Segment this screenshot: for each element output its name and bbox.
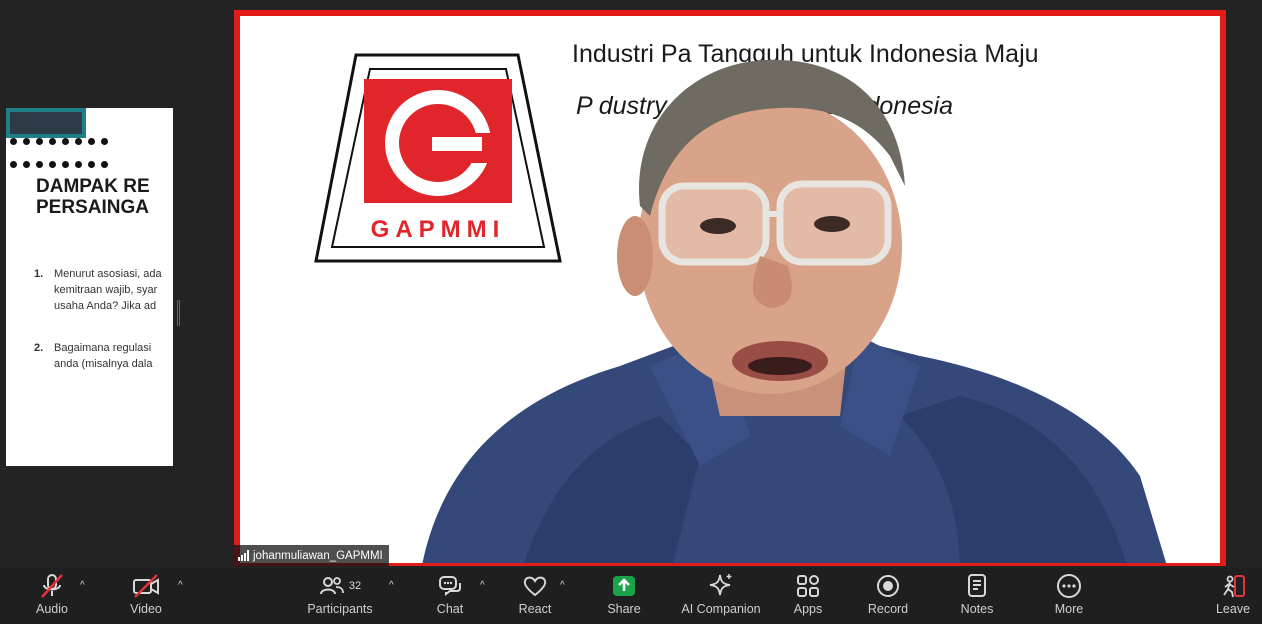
speaker-person (422, 59, 1167, 563)
camera-off-icon (133, 574, 159, 598)
apps-label: Apps (793, 602, 823, 616)
notes-label: Notes (960, 602, 994, 616)
q1-number: 1. (34, 268, 44, 280)
record-button[interactable]: Record (864, 568, 912, 624)
leave-button[interactable]: Leave (1213, 568, 1253, 624)
leave-label: Leave (1215, 602, 1251, 616)
share-screen-icon (613, 576, 635, 596)
chat-options-chevron-icon[interactable]: ^ (480, 580, 485, 591)
q2-line1: Bagaimana regulasi (54, 342, 152, 354)
participant-name-tag: johanmuliawan_GAPMMI (234, 545, 389, 566)
q2-line2: anda (misalnya dala (54, 358, 153, 370)
apps-button[interactable]: Apps (788, 568, 828, 624)
notes-icon (968, 574, 986, 597)
chat-label: Chat (436, 602, 464, 616)
q1-line3: usaha Anda? Jika ad (54, 300, 157, 312)
meeting-stage: DAMPAK RE PERSAINGA 1. Menurut asosiasi, … (0, 0, 1262, 568)
record-label: Record (867, 602, 909, 616)
slide-question-1: 1. Menurut asosiasi, ada kemitraan wajib,… (34, 266, 162, 314)
participant-name: johanmuliawan_GAPMMI (253, 549, 383, 562)
q1-line1: Menurut asosiasi, ada (54, 268, 162, 280)
apps-icon (797, 575, 819, 597)
audio-label: Audio (36, 602, 68, 616)
react-button[interactable]: React (515, 568, 555, 624)
signal-strength-icon (238, 550, 249, 561)
slide-question-2: 2. Bagaimana regulasi anda (misalnya dala (34, 340, 152, 372)
video-label: Video (130, 602, 162, 616)
mic-muted-icon (41, 574, 63, 598)
ai-companion-button[interactable]: AI Companion (678, 568, 764, 624)
heart-icon (523, 576, 547, 597)
leave-icon (1223, 575, 1245, 598)
audio-options-chevron-icon[interactable]: ^ (80, 580, 85, 591)
shared-slide-thumbnail[interactable]: DAMPAK RE PERSAINGA 1. Menurut asosiasi, … (6, 108, 173, 466)
participants-options-chevron-icon[interactable]: ^ (389, 580, 394, 591)
participants-label: Participants (307, 602, 373, 616)
react-label: React (518, 602, 552, 616)
q2-number: 2. (34, 342, 44, 354)
more-button[interactable]: More (1049, 568, 1089, 624)
participants-icon (319, 577, 344, 595)
video-button[interactable]: Video (122, 568, 170, 624)
chat-icon (439, 576, 461, 596)
slide-heading-line1: DAMPAK RE (36, 176, 150, 197)
record-icon (877, 575, 899, 597)
more-icon (1057, 574, 1081, 598)
sparkle-icon (709, 574, 732, 596)
share-button[interactable]: Share (604, 568, 644, 624)
chat-button[interactable]: Chat (430, 568, 470, 624)
participants-count: 32 (348, 580, 362, 592)
slide-accent-block (10, 112, 82, 134)
video-options-chevron-icon[interactable]: ^ (178, 580, 183, 591)
speaker-video[interactable]: GAPMMI Industri Pa Tangguh untuk Indones… (234, 10, 1226, 566)
share-label: Share (607, 602, 641, 616)
meeting-toolbar: Audio ^ Video ^ 32 Participants ^ Chat ^ (0, 568, 1262, 624)
ai-companion-label: AI Companion (681, 602, 761, 616)
participants-button[interactable]: 32 Participants (303, 568, 377, 624)
react-options-chevron-icon[interactable]: ^ (560, 580, 565, 591)
q1-line2: kemitraan wajib, syar (54, 284, 158, 296)
more-label: More (1054, 602, 1084, 616)
split-view-drag-handle[interactable] (177, 300, 180, 326)
slide-heading-line2: PERSAINGA (36, 197, 149, 218)
slide-heading: DAMPAK RE PERSAINGA (36, 176, 150, 218)
audio-button[interactable]: Audio (28, 568, 76, 624)
notes-button[interactable]: Notes (956, 568, 998, 624)
